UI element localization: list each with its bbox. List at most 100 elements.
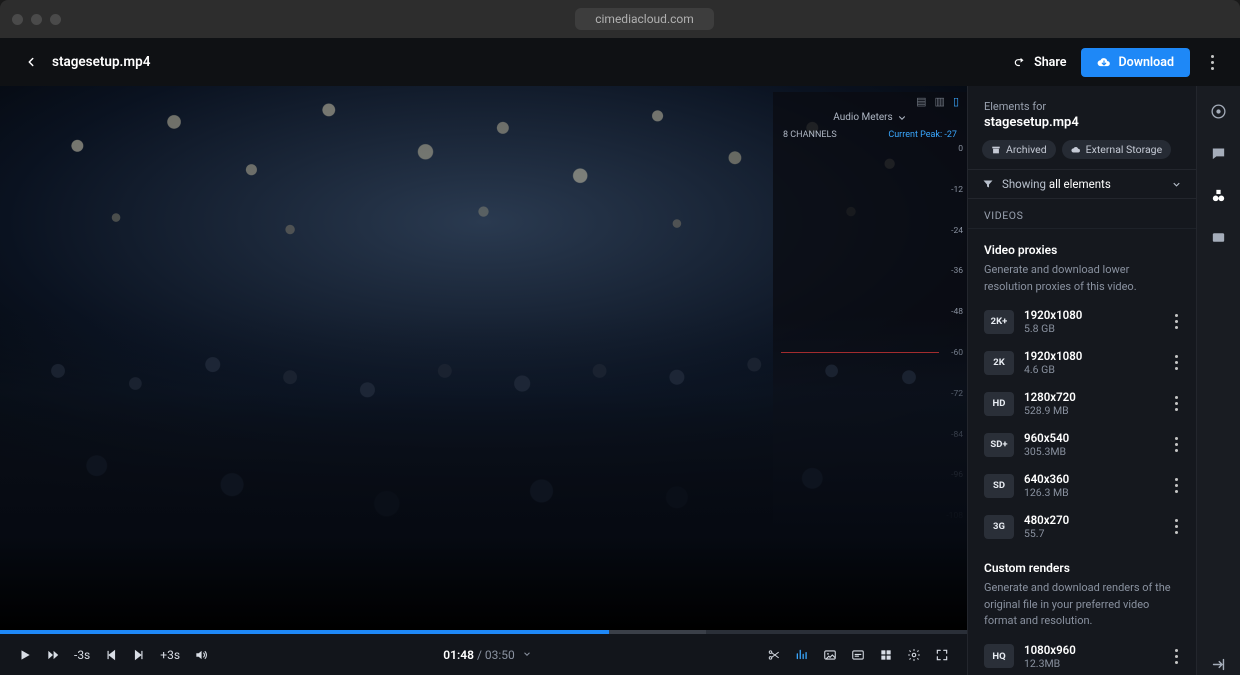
video-proxy-row[interactable]: 3G480x27055.7	[968, 506, 1196, 547]
layout-option-2-icon[interactable]: ▥	[935, 95, 945, 108]
download-label: Download	[1119, 55, 1175, 70]
skip-prev-peak-icon[interactable]: ⏮	[932, 599, 941, 615]
proxy-badge: HQ	[984, 644, 1014, 668]
url-host: cimediacloud.com	[575, 8, 714, 30]
proxy-resolution: 1920x1080	[1024, 349, 1158, 363]
audio-meter-title[interactable]: Audio Meters	[773, 110, 967, 128]
db-tick: -12	[943, 185, 963, 195]
video-proxies-title: Video proxies	[984, 243, 1180, 257]
proxy-size: 126.3 MB	[1024, 486, 1158, 499]
proxy-resolution: 1920x1080	[1024, 308, 1158, 322]
audio-meter-panel: ▤ ▥ ▯ Audio Meters 8 CHANNELS Current Pe…	[773, 92, 967, 620]
back-button[interactable]	[24, 55, 38, 69]
video-proxy-row[interactable]: SD640x360126.3 MB	[968, 465, 1196, 506]
db-tick: -36	[943, 266, 963, 276]
grid-icon[interactable]	[879, 648, 893, 662]
channel-count: 8 CHANNELS	[783, 130, 837, 140]
threshold-value: — 60	[857, 596, 881, 618]
skip-back-3s[interactable]: -3s	[74, 648, 90, 662]
timecode: 01:48 / 03:50	[443, 648, 532, 662]
threshold-stepper[interactable]: − — 60 dB +	[840, 598, 920, 616]
proxy-badge: SD+	[984, 433, 1014, 457]
page-title: stagesetup.mp4	[52, 54, 150, 70]
share-button[interactable]: Share	[1013, 55, 1066, 70]
threshold-label: THRESHOLD	[783, 602, 834, 612]
current-peak: Current Peak: -27	[888, 130, 957, 140]
proxy-more-menu[interactable]	[1168, 517, 1184, 536]
layout-option-1-icon[interactable]: ▤	[916, 95, 926, 108]
video-proxy-row[interactable]: 2K+ 1920x10805.8 GB	[968, 301, 1196, 342]
channel-label: 4	[841, 578, 858, 588]
metadata-tab-icon[interactable]	[1208, 226, 1230, 248]
share-label: Share	[1034, 55, 1066, 70]
video-proxy-row[interactable]: SD+960x540305.3MB	[968, 424, 1196, 465]
proxy-more-menu[interactable]	[1168, 394, 1184, 413]
caption-icon[interactable]	[851, 648, 865, 662]
skip-forward-3s[interactable]: +3s	[160, 648, 180, 662]
video-player[interactable]: ▤ ▥ ▯ Audio Meters 8 CHANNELS Current Pe…	[0, 86, 967, 630]
download-button[interactable]: Download	[1081, 48, 1191, 77]
proxy-more-menu[interactable]	[1168, 353, 1184, 372]
comments-tab-icon[interactable]	[1208, 142, 1230, 164]
db-unit-label: dB	[951, 580, 961, 590]
fast-forward-button[interactable]	[46, 648, 60, 662]
threshold-decrement[interactable]: −	[841, 602, 857, 613]
image-icon[interactable]	[823, 648, 837, 662]
channel-label: 6	[880, 578, 897, 588]
db-tick: -60	[943, 348, 963, 358]
channel-label: 2	[801, 578, 818, 588]
proxy-more-menu[interactable]	[1168, 647, 1184, 666]
skip-next-peak-icon[interactable]: ⏭	[948, 599, 957, 615]
play-button[interactable]	[18, 648, 32, 662]
proxy-resolution: 480x270	[1024, 513, 1158, 527]
cut-icon[interactable]	[767, 648, 781, 662]
proxy-badge: HD	[984, 392, 1014, 416]
proxy-size: 12.3MB	[1024, 657, 1158, 670]
top-bar: stagesetup.mp4 Share Download	[0, 38, 1240, 86]
filter-dropdown[interactable]: Showing all elements	[968, 169, 1196, 199]
proxy-more-menu[interactable]	[1168, 476, 1184, 495]
playback-bar: -3s +3s 01:48 / 03:50	[0, 630, 967, 675]
channel-label: 5	[861, 578, 878, 588]
proxy-size: 528.9 MB	[1024, 404, 1158, 417]
settings-icon[interactable]	[907, 648, 921, 662]
video-proxy-row[interactable]: 2K1920x10804.6 GB	[968, 342, 1196, 383]
threshold-increment[interactable]: +	[904, 602, 920, 613]
proxy-more-menu[interactable]	[1168, 312, 1184, 331]
elements-tab-icon[interactable]	[1208, 184, 1230, 206]
proxy-more-menu[interactable]	[1168, 435, 1184, 454]
channel-label: 8	[920, 578, 937, 588]
traffic-lights	[12, 14, 61, 25]
layout-option-3-icon[interactable]: ▯	[953, 95, 959, 108]
video-proxy-row[interactable]: HD1280x720528.9 MB	[968, 383, 1196, 424]
right-rail	[1196, 86, 1240, 675]
proxy-size: 5.8 GB	[1024, 322, 1158, 335]
audio-meters: 0-12-24-36-48-60-72-84-96-108-120	[773, 144, 967, 578]
elements-header-filename: stagesetup.mp4	[984, 115, 1180, 130]
fullscreen-icon[interactable]	[935, 648, 949, 662]
scrub-bar[interactable]	[0, 630, 967, 634]
more-menu-button[interactable]	[1204, 51, 1220, 74]
volume-button[interactable]	[194, 648, 208, 662]
archived-pill[interactable]: Archived	[982, 140, 1056, 159]
custom-render-row[interactable]: HQ1080x96012.3MB	[968, 636, 1196, 675]
proxy-badge: 2K+	[984, 310, 1014, 334]
proxy-resolution: 960x540	[1024, 431, 1158, 445]
videos-section-label: VIDEOS	[968, 199, 1196, 229]
browser-chrome: cimediacloud.com	[0, 0, 1240, 38]
custom-renders-desc: Generate and download renders of the ori…	[984, 580, 1180, 630]
chevron-down-icon	[1171, 179, 1182, 190]
prev-frame-button[interactable]	[104, 648, 118, 662]
db-tick: -108	[943, 511, 963, 521]
db-tick: -24	[943, 226, 963, 236]
threshold-unit: dB	[881, 602, 904, 613]
external-storage-pill[interactable]: External Storage	[1062, 140, 1172, 159]
info-tab-icon[interactable]	[1208, 100, 1230, 122]
collapse-panel-icon[interactable]	[1208, 653, 1230, 675]
proxy-size: 55.7	[1024, 527, 1158, 540]
db-tick: -84	[943, 430, 963, 440]
levels-icon[interactable]	[795, 648, 809, 662]
channel-label: 7	[900, 578, 917, 588]
db-tick: -48	[943, 307, 963, 317]
next-frame-button[interactable]	[132, 648, 146, 662]
